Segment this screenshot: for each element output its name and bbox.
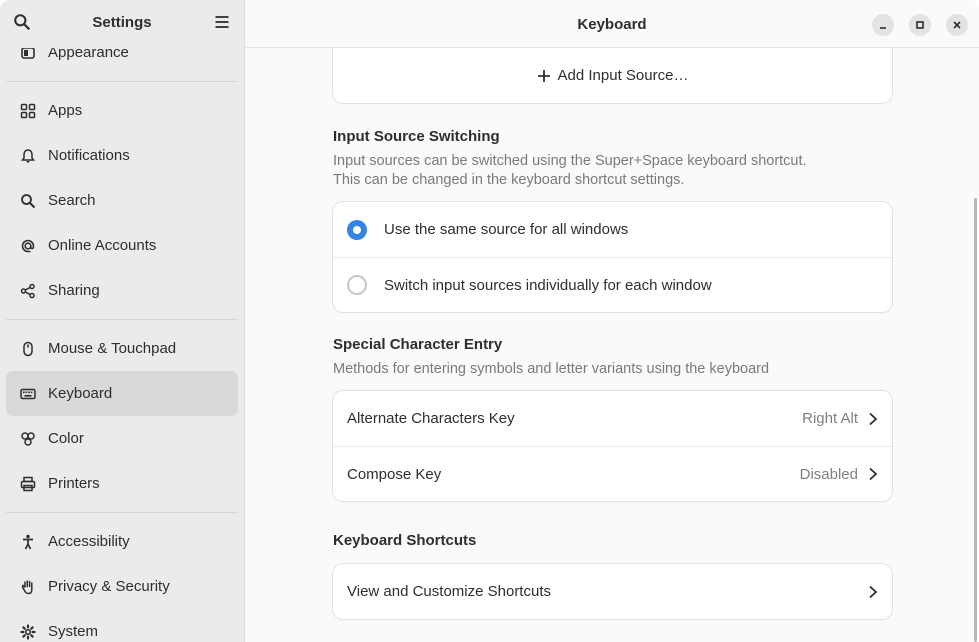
special-description: Methods for entering symbols and letter … (333, 361, 770, 377)
sidebar-list: Appearance Apps Notifications Search Onl… (0, 30, 244, 642)
sidebar-item-label: Keyboard (48, 385, 113, 402)
sidebar-item-label: System (48, 623, 99, 640)
radio-button[interactable] (347, 275, 367, 295)
sidebar-item-apps[interactable]: Apps (6, 88, 238, 133)
sidebar-item-system[interactable]: System (6, 609, 238, 642)
chevron-right-icon (868, 412, 878, 426)
main-menu-button[interactable] (210, 12, 234, 36)
sidebar-item-label: Notifications (48, 147, 130, 164)
sidebar-item-label: Mouse & Touchpad (48, 340, 177, 357)
content-area: Add Input Source… Input Source Switching… (245, 38, 979, 642)
radio-same-source[interactable]: Use the same source for all windows (333, 202, 892, 257)
special-section-title: Special Character Entry (333, 336, 503, 353)
radio-individual-source[interactable]: Switch input sources individually for ea… (333, 257, 892, 312)
radio-label: Switch input sources individually for ea… (384, 276, 712, 294)
close-button[interactable] (946, 14, 968, 36)
sidebar-item-color[interactable]: Color (6, 416, 238, 461)
sidebar-item-keyboard[interactable]: Keyboard (6, 371, 238, 416)
shortcuts-section-title: Keyboard Shortcuts (333, 532, 477, 549)
sidebar-item-label: Sharing (48, 282, 100, 299)
sidebar-title: Settings (92, 14, 152, 31)
maximize-button[interactable] (909, 14, 931, 36)
sidebar-item-label: Online Accounts (48, 237, 157, 254)
sidebar: Appearance Apps Notifications Search Onl… (0, 0, 245, 642)
keyboard-icon (19, 385, 37, 403)
color-icon (19, 430, 37, 448)
hamburger-icon (214, 14, 230, 34)
search-icon (19, 192, 37, 210)
settings-window: Appearance Apps Notifications Search Onl… (0, 0, 979, 642)
maximize-icon (915, 17, 925, 34)
sidebar-item-online-accounts[interactable]: Online Accounts (6, 223, 238, 268)
plus-icon (537, 69, 551, 83)
sidebar-item-notifications[interactable]: Notifications (6, 133, 238, 178)
sidebar-item-search[interactable]: Search (6, 178, 238, 223)
sidebar-item-label: Search (48, 192, 96, 209)
page-title: Keyboard (577, 16, 647, 33)
chevron-right-icon (868, 467, 878, 481)
mouse-icon (19, 340, 37, 358)
row-value: Disabled (799, 465, 858, 483)
at-icon (19, 237, 37, 255)
sidebar-separator (6, 81, 238, 82)
content-header: Keyboard (245, 0, 979, 48)
accessibility-icon (19, 533, 37, 551)
sidebar-item-label: Color (48, 430, 84, 447)
bell-icon (19, 147, 37, 165)
sidebar-item-label: Apps (48, 102, 83, 119)
gear-icon (19, 623, 37, 641)
row-label: View and Customize Shortcuts (347, 583, 551, 600)
switching-description-line-1: Input sources can be switched using the … (333, 153, 807, 169)
row-value: Right Alt (802, 410, 858, 427)
sidebar-item-label: Printers (48, 475, 100, 492)
view-customize-shortcuts-row[interactable]: View and Customize Shortcuts (333, 564, 892, 619)
row-label: Compose Key (347, 465, 442, 483)
alternate-characters-key-row[interactable]: Alternate Characters Key Right Alt (333, 391, 892, 446)
minimize-button[interactable] (872, 14, 894, 36)
minimize-icon (878, 17, 888, 34)
sidebar-item-label: Accessibility (48, 533, 130, 550)
chevron-right-icon (868, 585, 878, 599)
add-input-source-label: Add Input Source… (557, 67, 689, 84)
sidebar-item-mouse-touchpad[interactable]: Mouse & Touchpad (6, 326, 238, 371)
sidebar-item-sharing[interactable]: Sharing (6, 268, 238, 313)
scrollbar[interactable] (974, 198, 977, 642)
row-label: Alternate Characters Key (347, 410, 515, 427)
radio-button-selected[interactable] (347, 219, 367, 240)
hand-icon (19, 578, 37, 596)
sidebar-item-privacy-security[interactable]: Privacy & Security (6, 564, 238, 609)
sidebar-item-accessibility[interactable]: Accessibility (6, 519, 238, 564)
switching-description-line-2: This can be changed in the keyboard shor… (333, 172, 685, 188)
switching-options-card: Use the same source for all windows Swit… (333, 202, 892, 312)
close-icon (952, 17, 962, 34)
printer-icon (19, 475, 37, 493)
sidebar-separator (6, 512, 238, 513)
share-icon (19, 282, 37, 300)
sidebar-separator (6, 319, 238, 320)
sidebar-item-label: Privacy & Security (48, 578, 170, 595)
special-character-card: Alternate Characters Key Right Alt Compo… (333, 391, 892, 501)
sidebar-header: Settings (0, 0, 244, 48)
shortcuts-card: View and Customize Shortcuts (333, 564, 892, 619)
sidebar-item-printers[interactable]: Printers (6, 461, 238, 506)
radio-label: Use the same source for all windows (384, 221, 629, 238)
compose-key-row[interactable]: Compose Key Disabled (333, 446, 892, 501)
apps-icon (19, 102, 37, 120)
switching-section-title: Input Source Switching (333, 128, 500, 145)
